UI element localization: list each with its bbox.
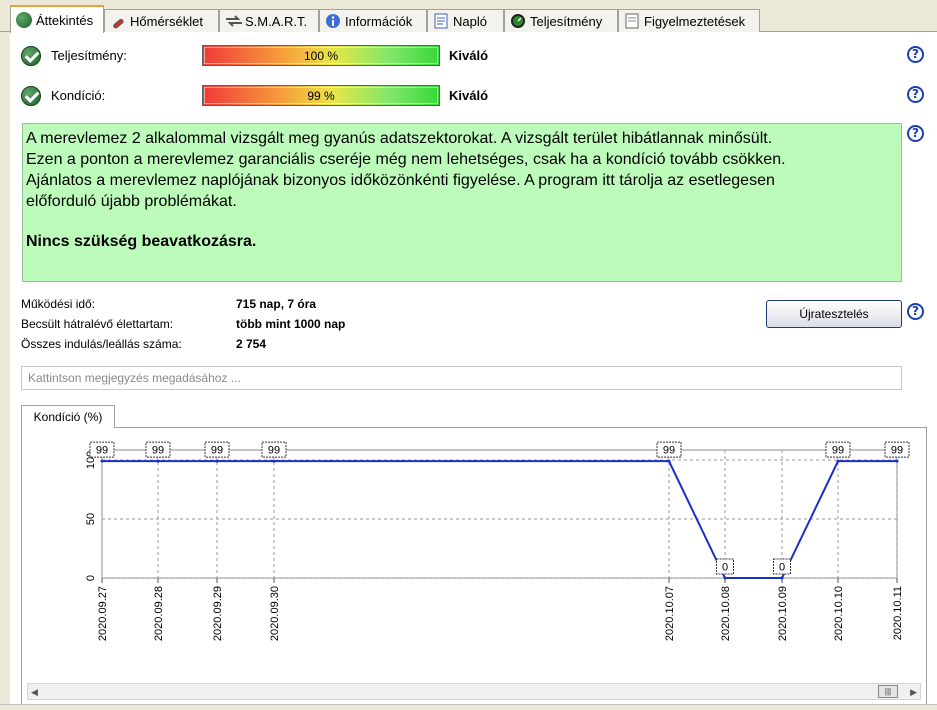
- scrollbar-thumb[interactable]: |||: [878, 685, 898, 698]
- tab-overview[interactable]: Áttekintés: [10, 5, 104, 33]
- gauge-icon: [510, 13, 526, 29]
- x-tick-label: 2020.09.30: [269, 586, 281, 641]
- data-label: 99: [891, 445, 903, 457]
- tab-log[interactable]: Napló: [427, 9, 504, 32]
- data-label: 99: [211, 445, 223, 457]
- check-circle-icon: [21, 46, 41, 66]
- status-message: A merevlemez 2 alkalommal vizsgált meg g…: [22, 123, 902, 282]
- data-label: 99: [152, 445, 164, 457]
- data-point: [215, 459, 219, 463]
- x-tick-label: 2020.10.11: [892, 586, 904, 640]
- remaining-life-value: több mint 1000 nap: [236, 317, 346, 331]
- data-label: 99: [96, 445, 108, 457]
- data-point: [100, 459, 104, 463]
- tab-label: Figyelmeztetések: [644, 13, 746, 29]
- horizontal-scrollbar[interactable]: ◀ ||| ▶: [27, 683, 921, 700]
- x-tick-label: 2020.10.09: [777, 586, 789, 641]
- x-tick-label: 2020.09.29: [212, 586, 224, 641]
- tab-performance[interactable]: Teljesítmény: [504, 9, 618, 32]
- smart-arrows-icon: [225, 13, 242, 29]
- y-tick-label: 0: [85, 575, 97, 581]
- check-circle-icon: [16, 12, 32, 28]
- start-stop-label: Összes indulás/leállás száma:: [21, 337, 182, 351]
- x-tick-label: 2020.09.27: [97, 586, 109, 641]
- tab-smart[interactable]: S.M.A.R.T.: [219, 9, 319, 32]
- scroll-left-icon[interactable]: ◀: [31, 687, 38, 698]
- tab-label: Áttekintés: [36, 12, 94, 28]
- message-line: előforduló újabb problémákat.: [26, 193, 237, 210]
- y-tick-label: 50: [85, 513, 97, 525]
- left-border: [0, 32, 10, 710]
- condition-label: Kondíció:: [51, 88, 106, 103]
- tab-temperature[interactable]: Hőmérséklet: [104, 9, 219, 32]
- help-icon[interactable]: ?: [907, 86, 924, 103]
- tab-label: Teljesítmény: [530, 13, 603, 29]
- performance-label: Teljesítmény:: [51, 48, 127, 63]
- tab-label: Hőmérséklet: [130, 13, 203, 29]
- alerts-document-icon: [624, 13, 640, 29]
- message-line: Ajánlatos a merevlemez naplójának bizony…: [26, 172, 775, 189]
- performance-bar-text: 100 %: [303, 48, 339, 63]
- x-tick-label: 2020.09.28: [153, 586, 165, 641]
- x-tick-label: 2020.10.10: [833, 586, 845, 641]
- condition-chart: 0501002020.09.27 2020.09.28 2020.09.29 2020…: [27, 433, 921, 678]
- tab-label: Információk: [345, 13, 413, 29]
- info-icon: [325, 13, 341, 29]
- data-label: 0: [722, 562, 728, 574]
- data-label: 99: [832, 445, 844, 457]
- data-point: [723, 576, 727, 580]
- data-label: 99: [663, 445, 675, 457]
- uptime-value: 715 nap, 7 óra: [236, 297, 317, 311]
- data-point: [156, 459, 160, 463]
- data-point: [836, 459, 840, 463]
- tab-information[interactable]: Információk: [319, 9, 427, 32]
- start-stop-value: 2 754: [236, 337, 267, 351]
- tab-condition-chart[interactable]: Kondíció (%): [21, 405, 115, 428]
- message-conclusion: Nincs szükség beavatkozásra.: [26, 233, 257, 250]
- tab-alerts[interactable]: Figyelmeztetések: [618, 9, 760, 32]
- message-line: A merevlemez 2 alkalommal vizsgált meg g…: [26, 130, 773, 147]
- data-point: [780, 576, 784, 580]
- check-circle-icon: [21, 86, 41, 106]
- x-tick-label: 2020.10.08: [720, 586, 732, 641]
- condition-bar: 99 %: [202, 85, 440, 106]
- thermometer-icon: [110, 13, 126, 29]
- note-input[interactable]: Kattintson megjegyzés megadásához ...: [21, 366, 902, 390]
- help-icon[interactable]: ?: [907, 303, 924, 320]
- tab-label: S.M.A.R.T.: [245, 13, 308, 29]
- tab-label: Napló: [453, 13, 487, 29]
- condition-bar-text: 99 %: [307, 88, 335, 103]
- scroll-right-icon[interactable]: ▶: [910, 687, 917, 698]
- performance-rating: Kiváló: [449, 48, 489, 63]
- help-icon[interactable]: ?: [907, 46, 924, 63]
- log-document-icon: [433, 13, 449, 29]
- uptime-label: Működési idő:: [21, 297, 96, 311]
- x-tick-label: 2020.10.07: [664, 586, 676, 641]
- overview-panel: Teljesítmény: 100 % Kiváló ? Kondíció: 9…: [10, 33, 937, 710]
- retest-button[interactable]: Újratesztelés: [766, 300, 902, 328]
- condition-chart-panel: 0 50 100 2020.09.27 2020.09.28 2020.09.29 2020…: [21, 427, 927, 708]
- data-label: 99: [268, 445, 280, 457]
- performance-bar: 100 %: [202, 45, 440, 66]
- data-point: [895, 459, 899, 463]
- data-point: [667, 459, 671, 463]
- data-point: [272, 459, 276, 463]
- status-strip: [0, 704, 937, 710]
- help-icon[interactable]: ?: [907, 125, 924, 142]
- message-line: Ezen a ponton a merevlemez garanciális c…: [26, 151, 786, 168]
- data-label: 0: [779, 562, 785, 574]
- remaining-life-label: Becsült hátralévő élettartam:: [21, 317, 174, 331]
- condition-rating: Kiváló: [449, 88, 489, 103]
